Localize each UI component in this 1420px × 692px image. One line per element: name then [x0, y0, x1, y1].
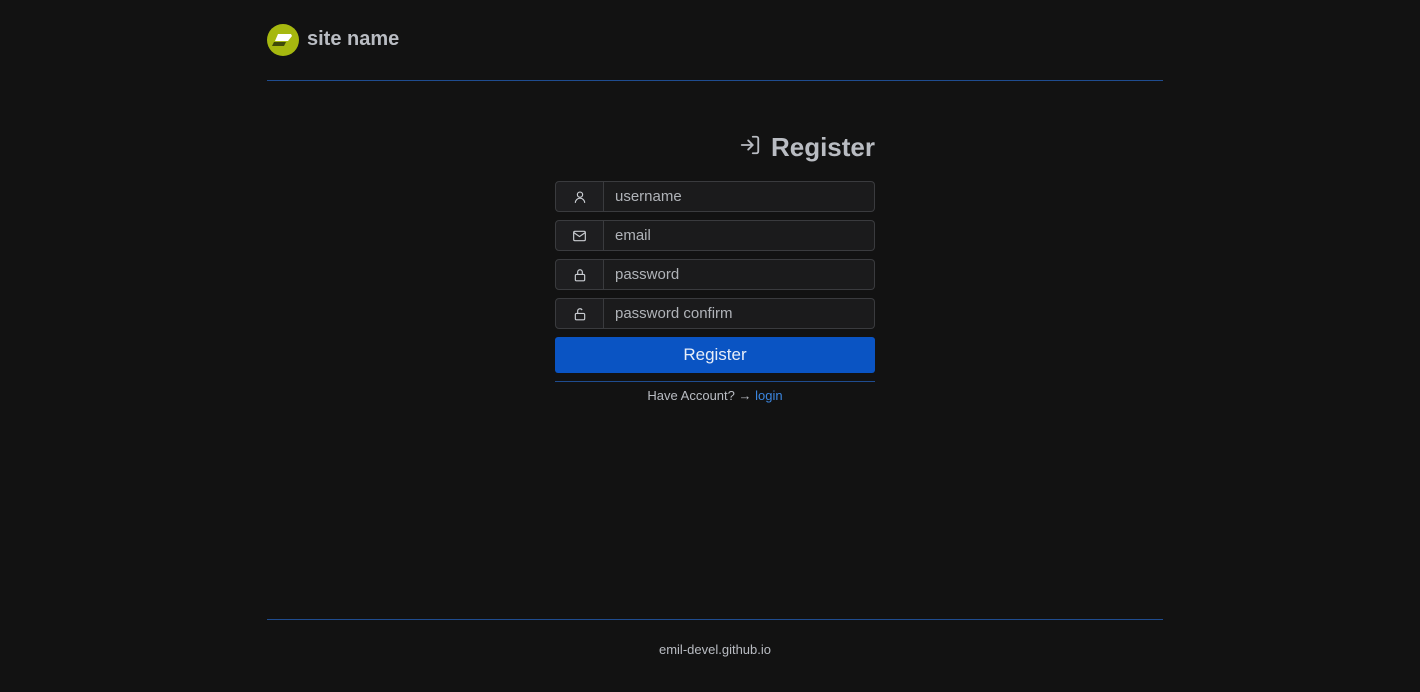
password-input[interactable] [604, 259, 875, 290]
register-button[interactable]: Register [555, 337, 875, 373]
page-wrapper: site name Register username email Regist… [267, 0, 1163, 692]
site-name[interactable]: site name [307, 28, 399, 51]
username-group [555, 181, 875, 212]
login-arrow-icon [739, 134, 761, 161]
envelope-icon [555, 220, 604, 251]
register-form: Register username email Register Have Ac… [555, 130, 875, 403]
footer-text: emil-devel.github.io [658, 642, 771, 657]
logo-icon[interactable] [267, 23, 299, 56]
username-input[interactable] [604, 181, 875, 212]
form-title: Register [555, 130, 875, 164]
user-icon [555, 181, 604, 212]
unlock-icon [555, 298, 604, 329]
email-group [555, 220, 875, 251]
have-account-line: Have Account? → login [555, 388, 875, 403]
lock-icon [555, 259, 604, 290]
divider [555, 381, 875, 382]
password-confirm-group [555, 298, 875, 329]
login-link[interactable]: login [755, 388, 782, 403]
footer: emil-devel.github.io [267, 619, 1163, 657]
have-account-text: Have Account? → [647, 388, 752, 403]
header: site name [267, 0, 1163, 81]
email-input[interactable] [604, 220, 875, 251]
form-title-text: Register [770, 131, 875, 162]
password-confirm-input[interactable] [604, 298, 875, 329]
password-group [555, 259, 875, 290]
